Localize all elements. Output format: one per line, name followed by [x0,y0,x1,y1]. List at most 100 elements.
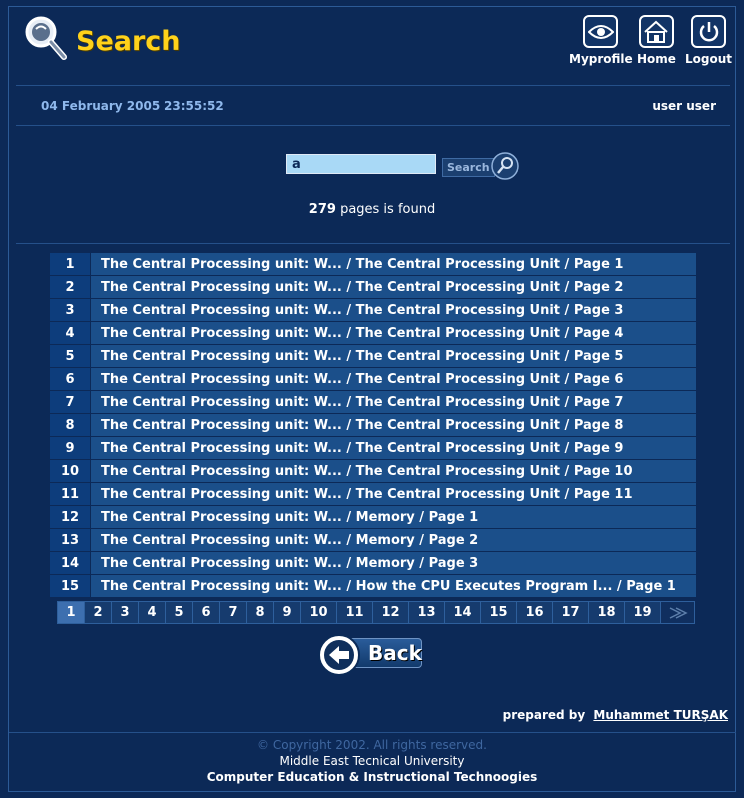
department-name: Computer Education & Instructional Techn… [206,770,538,784]
result-link[interactable]: The Central Processing unit: W... / The … [91,253,696,275]
back-arrow-icon[interactable] [318,634,360,676]
result-link[interactable]: The Central Processing unit: W... / The … [91,322,696,344]
page-link-14[interactable]: 14 [445,602,481,623]
page-link-17[interactable]: 17 [553,602,589,623]
power-icon[interactable] [691,15,726,48]
result-summary: 279 pages is found [0,202,744,217]
divider [9,732,736,733]
row-number: 12 [50,506,90,528]
table-row[interactable]: 4 The Central Processing unit: W... / The… [50,322,696,344]
page-link-5[interactable]: 5 [166,602,193,623]
result-link[interactable]: The Central Processing unit: W... / The … [91,368,696,390]
result-link[interactable]: The Central Processing unit: W... / The … [91,276,696,298]
magnifier-logo-icon [24,15,68,63]
table-row[interactable]: 13 The Central Processing unit: W... / Me… [50,529,696,551]
table-row[interactable]: 11 The Central Processing unit: W... / Th… [50,483,696,505]
table-row[interactable]: 15 The Central Processing unit: W... / Ho… [50,575,696,597]
date-text: 04 February 2005 [41,99,161,113]
row-number: 4 [50,322,90,344]
search-button[interactable]: Search [442,151,519,181]
search-button-label[interactable]: Search [442,158,495,177]
page-link-3[interactable]: 3 [112,602,139,623]
row-number: 9 [50,437,90,459]
table-row[interactable]: 3 The Central Processing unit: W... / The… [50,299,696,321]
row-number: 13 [50,529,90,551]
result-link[interactable]: The Central Processing unit: W... / The … [91,460,696,482]
page-link-16[interactable]: 16 [517,602,553,623]
row-number: 10 [50,460,90,482]
row-number: 8 [50,414,90,436]
page-link-15[interactable]: 15 [481,602,517,623]
copyright-text: © Copyright 2002. All rights reserved. [257,738,487,752]
page-link-4[interactable]: 4 [139,602,166,623]
nav-myprofile[interactable]: Myprofile [569,15,633,66]
result-link[interactable]: The Central Processing unit: W... / The … [91,391,696,413]
row-number: 15 [50,575,90,597]
page-link-9[interactable]: 9 [274,602,301,623]
row-number: 11 [50,483,90,505]
user-name: user user [652,99,716,113]
result-link[interactable]: The Central Processing unit: W... / Memo… [91,529,696,551]
author-link[interactable]: Muhammet TURŞAK [593,708,728,722]
page-link-10[interactable]: 10 [301,602,337,623]
prepared-by: prepared by Muhammet TURŞAK [503,708,728,722]
row-number: 3 [50,299,90,321]
search-input[interactable] [286,154,436,174]
row-number: 2 [50,276,90,298]
row-number: 14 [50,552,90,574]
page-link-8[interactable]: 8 [247,602,274,623]
result-link[interactable]: The Central Processing unit: W... / The … [91,437,696,459]
eye-icon[interactable] [583,15,619,48]
pagination: 1 2 3 4 5 6 7 8 9 10 11 12 13 14 15 16 17 18 19 [57,601,695,624]
row-number: 6 [50,368,90,390]
back-button-label[interactable]: Back [368,641,422,665]
table-row[interactable]: 8 The Central Processing unit: W... / The… [50,414,696,436]
nav-logout-label[interactable]: Logout [685,52,732,66]
table-row[interactable]: 5 The Central Processing unit: W... / The… [50,345,696,367]
result-link[interactable]: The Central Processing unit: W... / Memo… [91,506,696,528]
table-row[interactable]: 1 The Central Processing unit: W... / The… [50,253,696,275]
result-link[interactable]: The Central Processing unit: W... / The … [91,299,696,321]
nav-logout[interactable]: Logout [685,15,732,66]
footer: © Copyright 2002. All rights reserved. M… [0,737,744,785]
nav-home-label[interactable]: Home [637,52,676,66]
page-link-6[interactable]: 6 [193,602,220,623]
next-arrow-icon[interactable] [661,602,694,623]
result-link[interactable]: The Central Processing unit: W... / The … [91,483,696,505]
back-button[interactable]: Back [318,634,424,676]
row-number: 1 [50,253,90,275]
page-link-7[interactable]: 7 [220,602,247,623]
table-row[interactable]: 10 The Central Processing unit: W... / Th… [50,460,696,482]
divider [16,85,730,86]
page-link-2[interactable]: 2 [85,602,112,623]
nav-myprofile-label[interactable]: Myprofile [569,52,633,66]
nav-home[interactable]: Home [637,15,676,66]
table-row[interactable]: 7 The Central Processing unit: W... / The… [50,391,696,413]
divider [16,125,730,126]
page-link-13[interactable]: 13 [409,602,445,623]
page-link-12[interactable]: 12 [373,602,409,623]
table-row[interactable]: 14 The Central Processing unit: W... / Me… [50,552,696,574]
result-link[interactable]: The Central Processing unit: W... / The … [91,345,696,367]
divider [16,243,730,244]
house-icon[interactable] [638,15,674,48]
table-row[interactable]: 6 The Central Processing unit: W... / The… [50,368,696,390]
university-name: Middle East Tecnical University [279,754,465,768]
result-link[interactable]: The Central Processing unit: W... / The … [91,414,696,436]
page-link-18[interactable]: 18 [589,602,625,623]
table-row[interactable]: 2 The Central Processing unit: W... / The… [50,276,696,298]
row-number: 5 [50,345,90,367]
results-table: 1 The Central Processing unit: W... / The… [50,253,696,598]
page-title: Search [76,26,181,57]
search-icon[interactable] [490,151,519,184]
page-link-19[interactable]: 19 [625,602,661,623]
time-text: 23:55:52 [164,99,224,113]
row-number: 7 [50,391,90,413]
page-link-1[interactable]: 1 [58,602,85,623]
table-row[interactable]: 9 The Central Processing unit: W... / The… [50,437,696,459]
page-link-11[interactable]: 11 [337,602,373,623]
result-link[interactable]: The Central Processing unit: W... / Memo… [91,552,696,574]
prepared-by-label: prepared by [502,708,586,722]
result-link[interactable]: The Central Processing unit: W... / How … [91,575,696,597]
table-row[interactable]: 12 The Central Processing unit: W... / Me… [50,506,696,528]
